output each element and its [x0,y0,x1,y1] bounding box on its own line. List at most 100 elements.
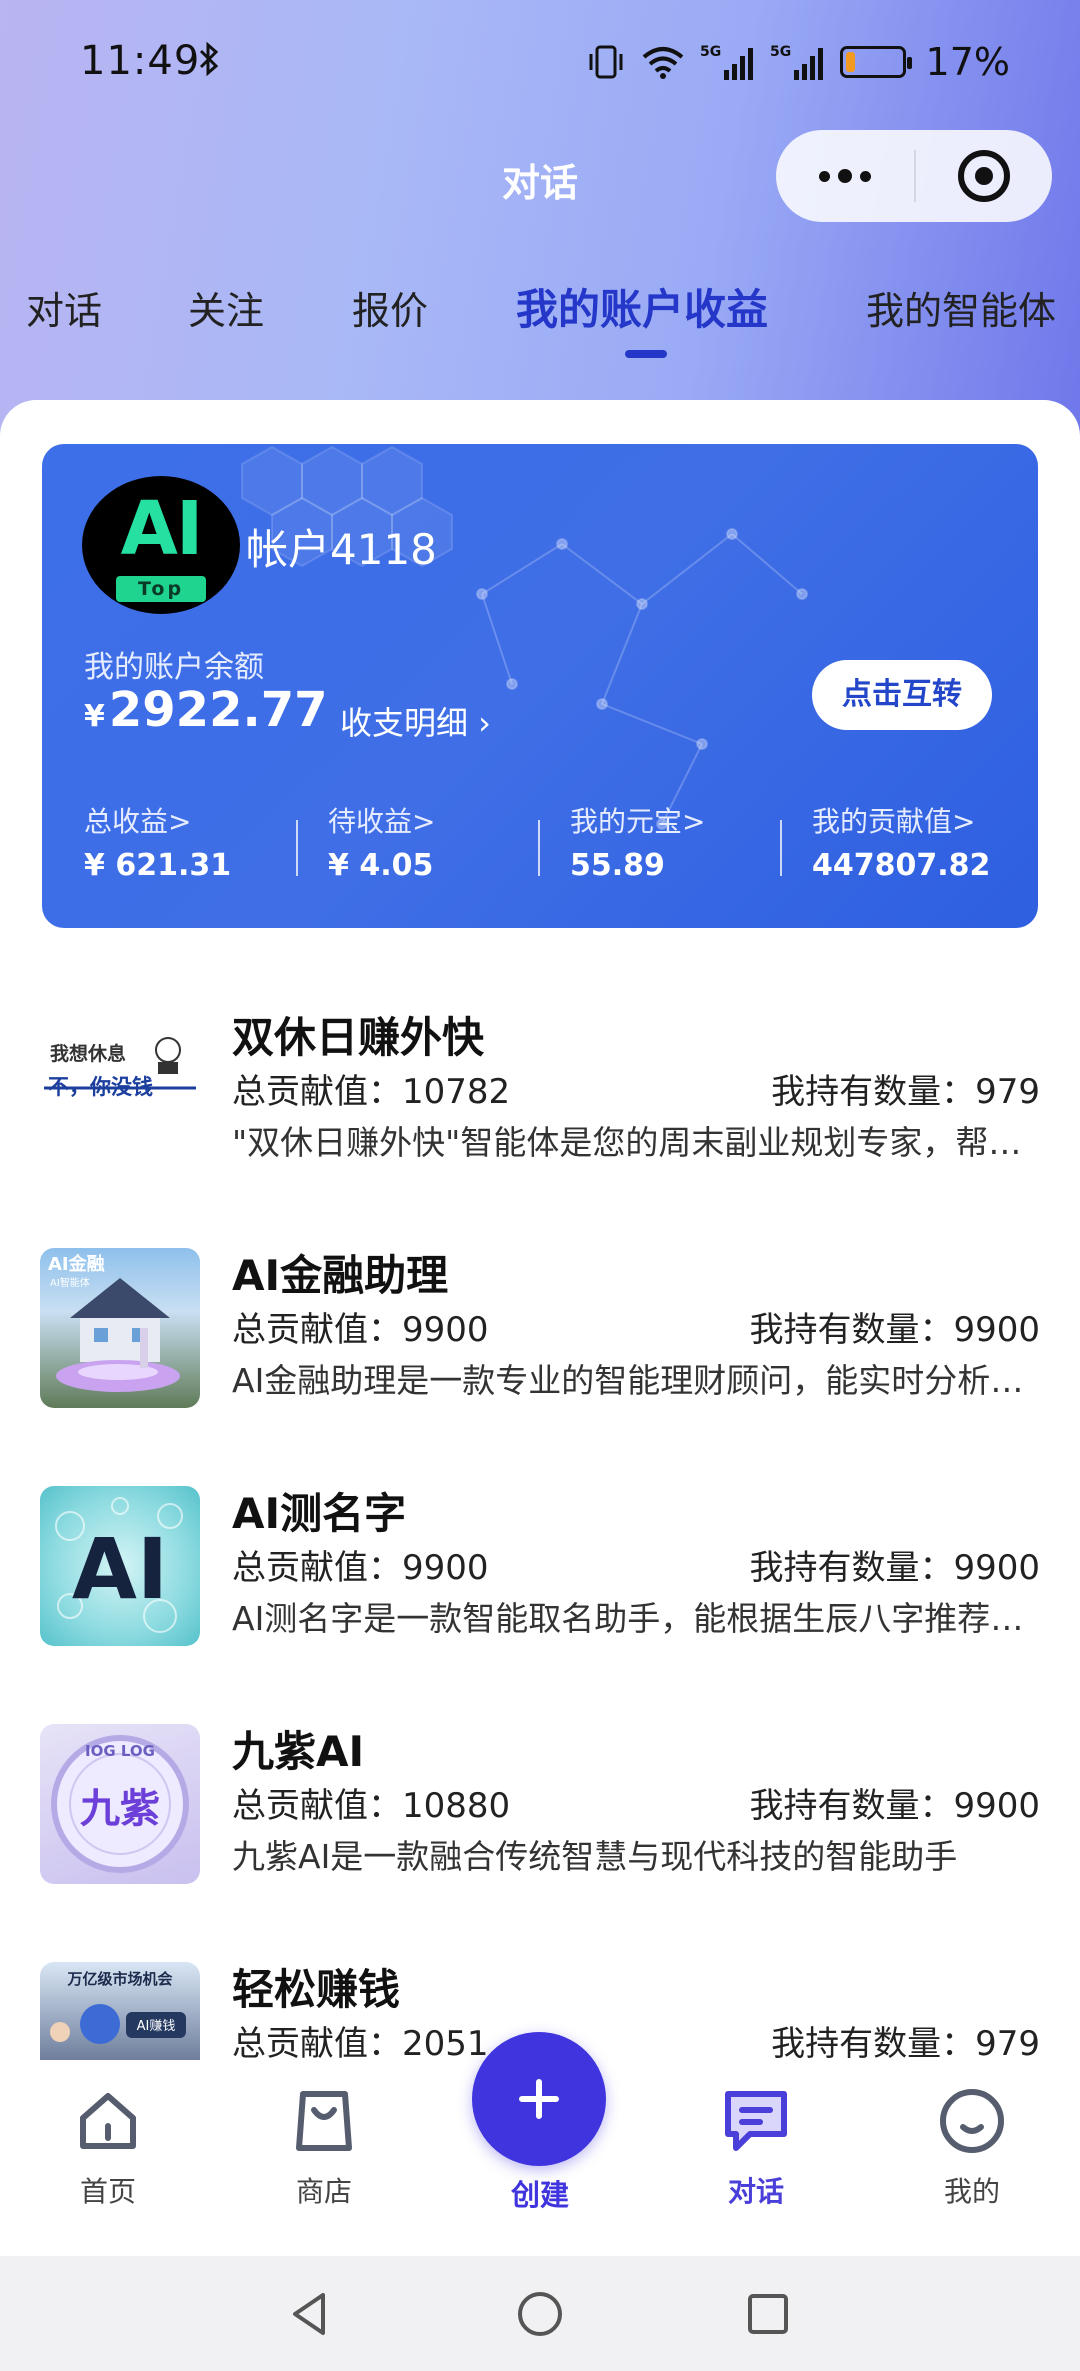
agent-holding: 我持有数量：9900 [749,1548,1040,1588]
plus-icon [519,2079,559,2119]
stat-value: 447807.82 [812,848,991,883]
agent-name: AI金融助理 [232,1251,449,1300]
nav-label: 商店 [295,2175,352,2208]
more-button[interactable] [776,130,914,222]
agent-total-contribution: 总贡献值：10782 [232,1072,511,1112]
status-icons: 5G 5G 17% [586,40,1010,84]
tab-chat[interactable]: 对话 [26,280,102,335]
nav-chat[interactable]: 对话 [686,2078,826,2210]
status-bar: 11:49 5G 5G 17% [0,0,1080,120]
agent-thumbnail: AI [40,1486,200,1646]
tab-indicator [625,350,667,358]
agent-thumb-art: IOG LOG 九紫 [51,1735,189,1873]
nav-profile[interactable]: 我的 [902,2078,1042,2210]
system-nav-bar [0,2256,1080,2371]
thumb-text: 我想休息 [50,1042,126,1065]
back-button[interactable] [282,2286,338,2342]
tab-quote[interactable]: 报价 [352,280,428,335]
agent-list-item[interactable]: AI金融 AI智能体 AI金融助理 总贡献值：9900 我持有数量：9900 A… [0,1238,1080,1438]
nav-label: 我的 [943,2175,1000,2208]
stat-value: 55.89 [570,848,665,883]
agent-list-item[interactable]: AI AI测名字 总贡献值：9900 我持有数量：9900 AI测名字是一款智能… [0,1476,1080,1676]
recents-button[interactable] [740,2286,796,2342]
tab-account-earnings[interactable]: 我的账户收益 [516,276,768,337]
bottom-nav: 首页 商店 创建 对话 我的 [0,2032,1080,2256]
stat-pending-earnings[interactable]: 待收益> ¥ 4.05 [328,800,568,883]
agent-thumbnail: 万亿级市场机会 AI赚钱 [40,1962,200,2060]
wifi-icon [642,47,683,79]
agent-description: AI金融助理是一款专业的智能理财顾问，能实时分析市场行情 [232,1361,1032,1400]
stat-label: 总收益> [84,805,192,838]
stat-contribution[interactable]: 我的贡献值> 447807.82 [812,800,1038,883]
stat-total-earnings[interactable]: 总收益> ¥ 621.31 [84,800,324,883]
home-system-button[interactable] [512,2286,568,2342]
thumb-text: 九紫 [80,1786,160,1832]
tab-my-agents[interactable]: 我的智能体 [866,280,1056,335]
agent-total-contribution: 总贡献值：9900 [232,1310,489,1350]
thumb-text: 万亿级市场机会 [66,1970,172,1988]
dot-icon [819,170,830,182]
agent-holding: 我持有数量：979 [771,2024,1040,2060]
target-icon [958,150,1010,202]
battery-percent: 17% [925,40,1010,84]
thumb-text: IOG LOG [85,1742,155,1760]
agent-name: AI测名字 [232,1489,407,1538]
dot-icon [860,170,871,182]
dot-icon [838,169,852,183]
battery-icon [839,46,912,78]
signal-5g-icon: 5G [770,44,823,80]
agent-total-contribution: 总贡献值：9900 [232,1548,489,1588]
tab-bar: 对话 关注 报价 我的账户收益 我的智能体 [0,280,1080,360]
agent-holding: 我持有数量：9900 [749,1310,1040,1350]
agent-name: 九紫AI [232,1727,365,1776]
avatar-subtext: Top [116,576,206,602]
balance-amount: ¥2922.77 [84,682,328,738]
avatar-text: AI [120,486,204,572]
home-icon [38,2078,178,2164]
bluetooth-icon [199,42,219,76]
agent-thumb-art: AI金融 AI智能体 [48,1253,180,1392]
agent-description: 九紫AI是一款融合传统智慧与现代科技的智能助手 [232,1837,958,1876]
agent-total-contribution: 总贡献值：10880 [232,1786,511,1826]
account-stats: 总收益> ¥ 621.31 待收益> ¥ 4.05 我的元宝> 55.89 我的… [42,800,1038,900]
status-time: 11:49 [80,38,201,84]
agent-thumbnail: 我想休息 不，你没钱 [40,1010,200,1170]
close-button[interactable] [916,130,1052,222]
recents-square-icon [748,2294,788,2334]
stat-divider [296,820,298,876]
agent-description: AI测名字是一款智能取名助手，能根据生辰八字推荐好名字 [232,1599,1032,1638]
content-sheet: AI Top 帐户4118 我的账户余额 ¥2922.77 收支明细 › 点击互… [0,400,1080,2060]
nav-store[interactable]: 商店 [254,2078,394,2210]
nav-home[interactable]: 首页 [38,2078,178,2210]
chat-icon [686,2078,826,2164]
svg-text:5G: 5G [770,44,791,60]
thumb-text: AI [72,1520,168,1618]
miniprogram-capsule [776,130,1052,222]
account-name: 帐户4118 [246,525,437,574]
signal-5g-icon: 5G [700,44,753,80]
agent-list-item[interactable]: 我想休息 不，你没钱 双休日赚外快 总贡献值：10782 我持有数量：979 "… [0,1000,1080,1200]
stat-divider [780,820,782,876]
tab-follow[interactable]: 关注 [188,280,264,335]
profile-icon [902,2078,1042,2164]
create-button[interactable] [472,2032,606,2166]
stat-value: ¥ 621.31 [84,848,232,883]
stat-label: 我的元宝> [570,805,706,838]
agent-holding: 我持有数量：9900 [749,1786,1040,1826]
create-label: 创建 [510,2178,569,2212]
transaction-detail-link[interactable]: 收支明细 › [340,698,491,744]
currency-symbol: ¥ [84,699,105,734]
svg-text:5G: 5G [700,44,721,60]
stat-yuanbao[interactable]: 我的元宝> 55.89 [570,800,810,883]
agent-description: "双休日赚外快"智能体是您的周末副业规划专家，帮您轻松赚取外快 [232,1123,1032,1162]
agent-thumbnail: AI金融 AI智能体 [40,1248,200,1408]
agent-name: 双休日赚外快 [232,1013,485,1062]
nav-label: 首页 [79,2175,136,2208]
account-avatar[interactable]: AI Top [82,476,240,614]
balance-value: 2922.77 [108,682,328,738]
transfer-button[interactable]: 点击互转 [812,660,992,730]
agent-list-item[interactable]: IOG LOG 九紫 九紫AI 总贡献值：10880 我持有数量：9900 九紫… [0,1714,1080,1914]
back-triangle-icon [293,2293,325,2335]
agent-thumb-art: 万亿级市场机会 AI赚钱 [50,1970,186,2044]
agent-total-contribution: 总贡献值：2051 [232,2024,489,2060]
